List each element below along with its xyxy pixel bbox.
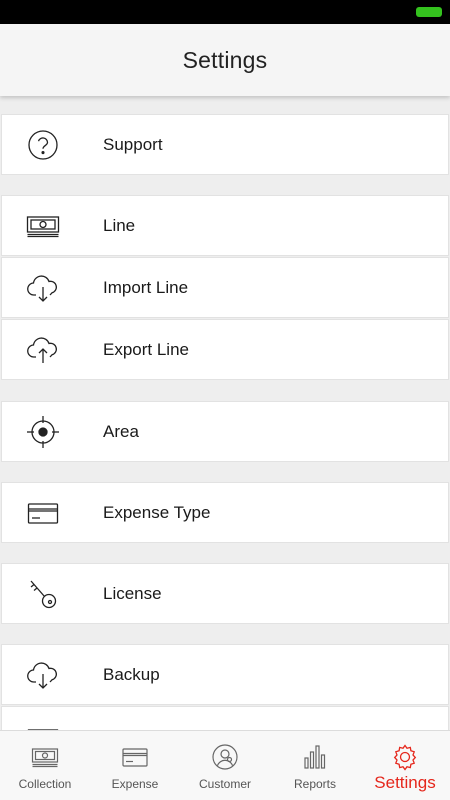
bar-chart-icon xyxy=(304,745,326,769)
battery-icon xyxy=(416,7,442,17)
settings-item-license[interactable]: License xyxy=(1,563,449,624)
settings-list: Support Line Import Line Export Line Are… xyxy=(0,96,450,730)
tab-label: Expense xyxy=(111,777,159,791)
settings-item-export-line[interactable]: Export Line xyxy=(1,319,449,380)
tab-customer[interactable]: Customer xyxy=(180,731,270,800)
status-bar xyxy=(0,0,450,24)
money-icon xyxy=(2,196,84,255)
target-icon xyxy=(2,402,84,461)
cloud-download-icon xyxy=(2,645,84,704)
settings-item-label: Import Line xyxy=(103,277,189,297)
settings-item-label: Expense Type xyxy=(103,502,211,522)
app-header: Settings xyxy=(0,24,450,96)
tab-collection[interactable]: Collection xyxy=(0,731,90,800)
tab-expense[interactable]: Expense xyxy=(90,731,180,800)
page-title: Settings xyxy=(182,46,268,73)
credit-card-icon xyxy=(2,483,84,542)
tab-settings[interactable]: Settings xyxy=(360,731,450,800)
settings-item-import-line[interactable]: Import Line xyxy=(1,257,449,318)
money-icon xyxy=(31,748,59,768)
card-icon xyxy=(122,748,148,767)
settings-item-label: Backup xyxy=(103,664,160,684)
bottom-tab-bar: Collection Expense Customer Reports Sett… xyxy=(0,730,450,800)
gear-icon xyxy=(393,744,417,771)
customer-icon xyxy=(212,744,238,770)
settings-item-label: Support xyxy=(103,134,163,154)
settings-item-label: Area xyxy=(103,421,139,441)
tab-reports[interactable]: Reports xyxy=(270,731,360,800)
settings-item-backup[interactable]: Backup xyxy=(1,644,449,705)
settings-item-line[interactable]: Line xyxy=(1,195,449,256)
cloud-upload-icon xyxy=(2,320,84,379)
tab-label: Reports xyxy=(293,777,337,791)
tab-label: Collection xyxy=(18,777,72,791)
cloud-download-icon xyxy=(2,258,84,317)
tab-label: Settings xyxy=(374,773,436,792)
settings-item-area[interactable]: Area xyxy=(1,401,449,462)
tab-label: Customer xyxy=(198,777,251,791)
settings-item-partial[interactable] xyxy=(1,706,449,730)
key-icon xyxy=(2,564,84,623)
settings-item-expense-type[interactable]: Expense Type xyxy=(1,482,449,543)
settings-item-label: Export Line xyxy=(103,339,189,359)
mail-icon xyxy=(2,707,84,730)
settings-item-label: License xyxy=(103,583,162,603)
settings-item-support[interactable]: Support xyxy=(1,114,449,175)
help-circle-icon xyxy=(2,115,84,174)
settings-item-label: Line xyxy=(103,215,136,235)
